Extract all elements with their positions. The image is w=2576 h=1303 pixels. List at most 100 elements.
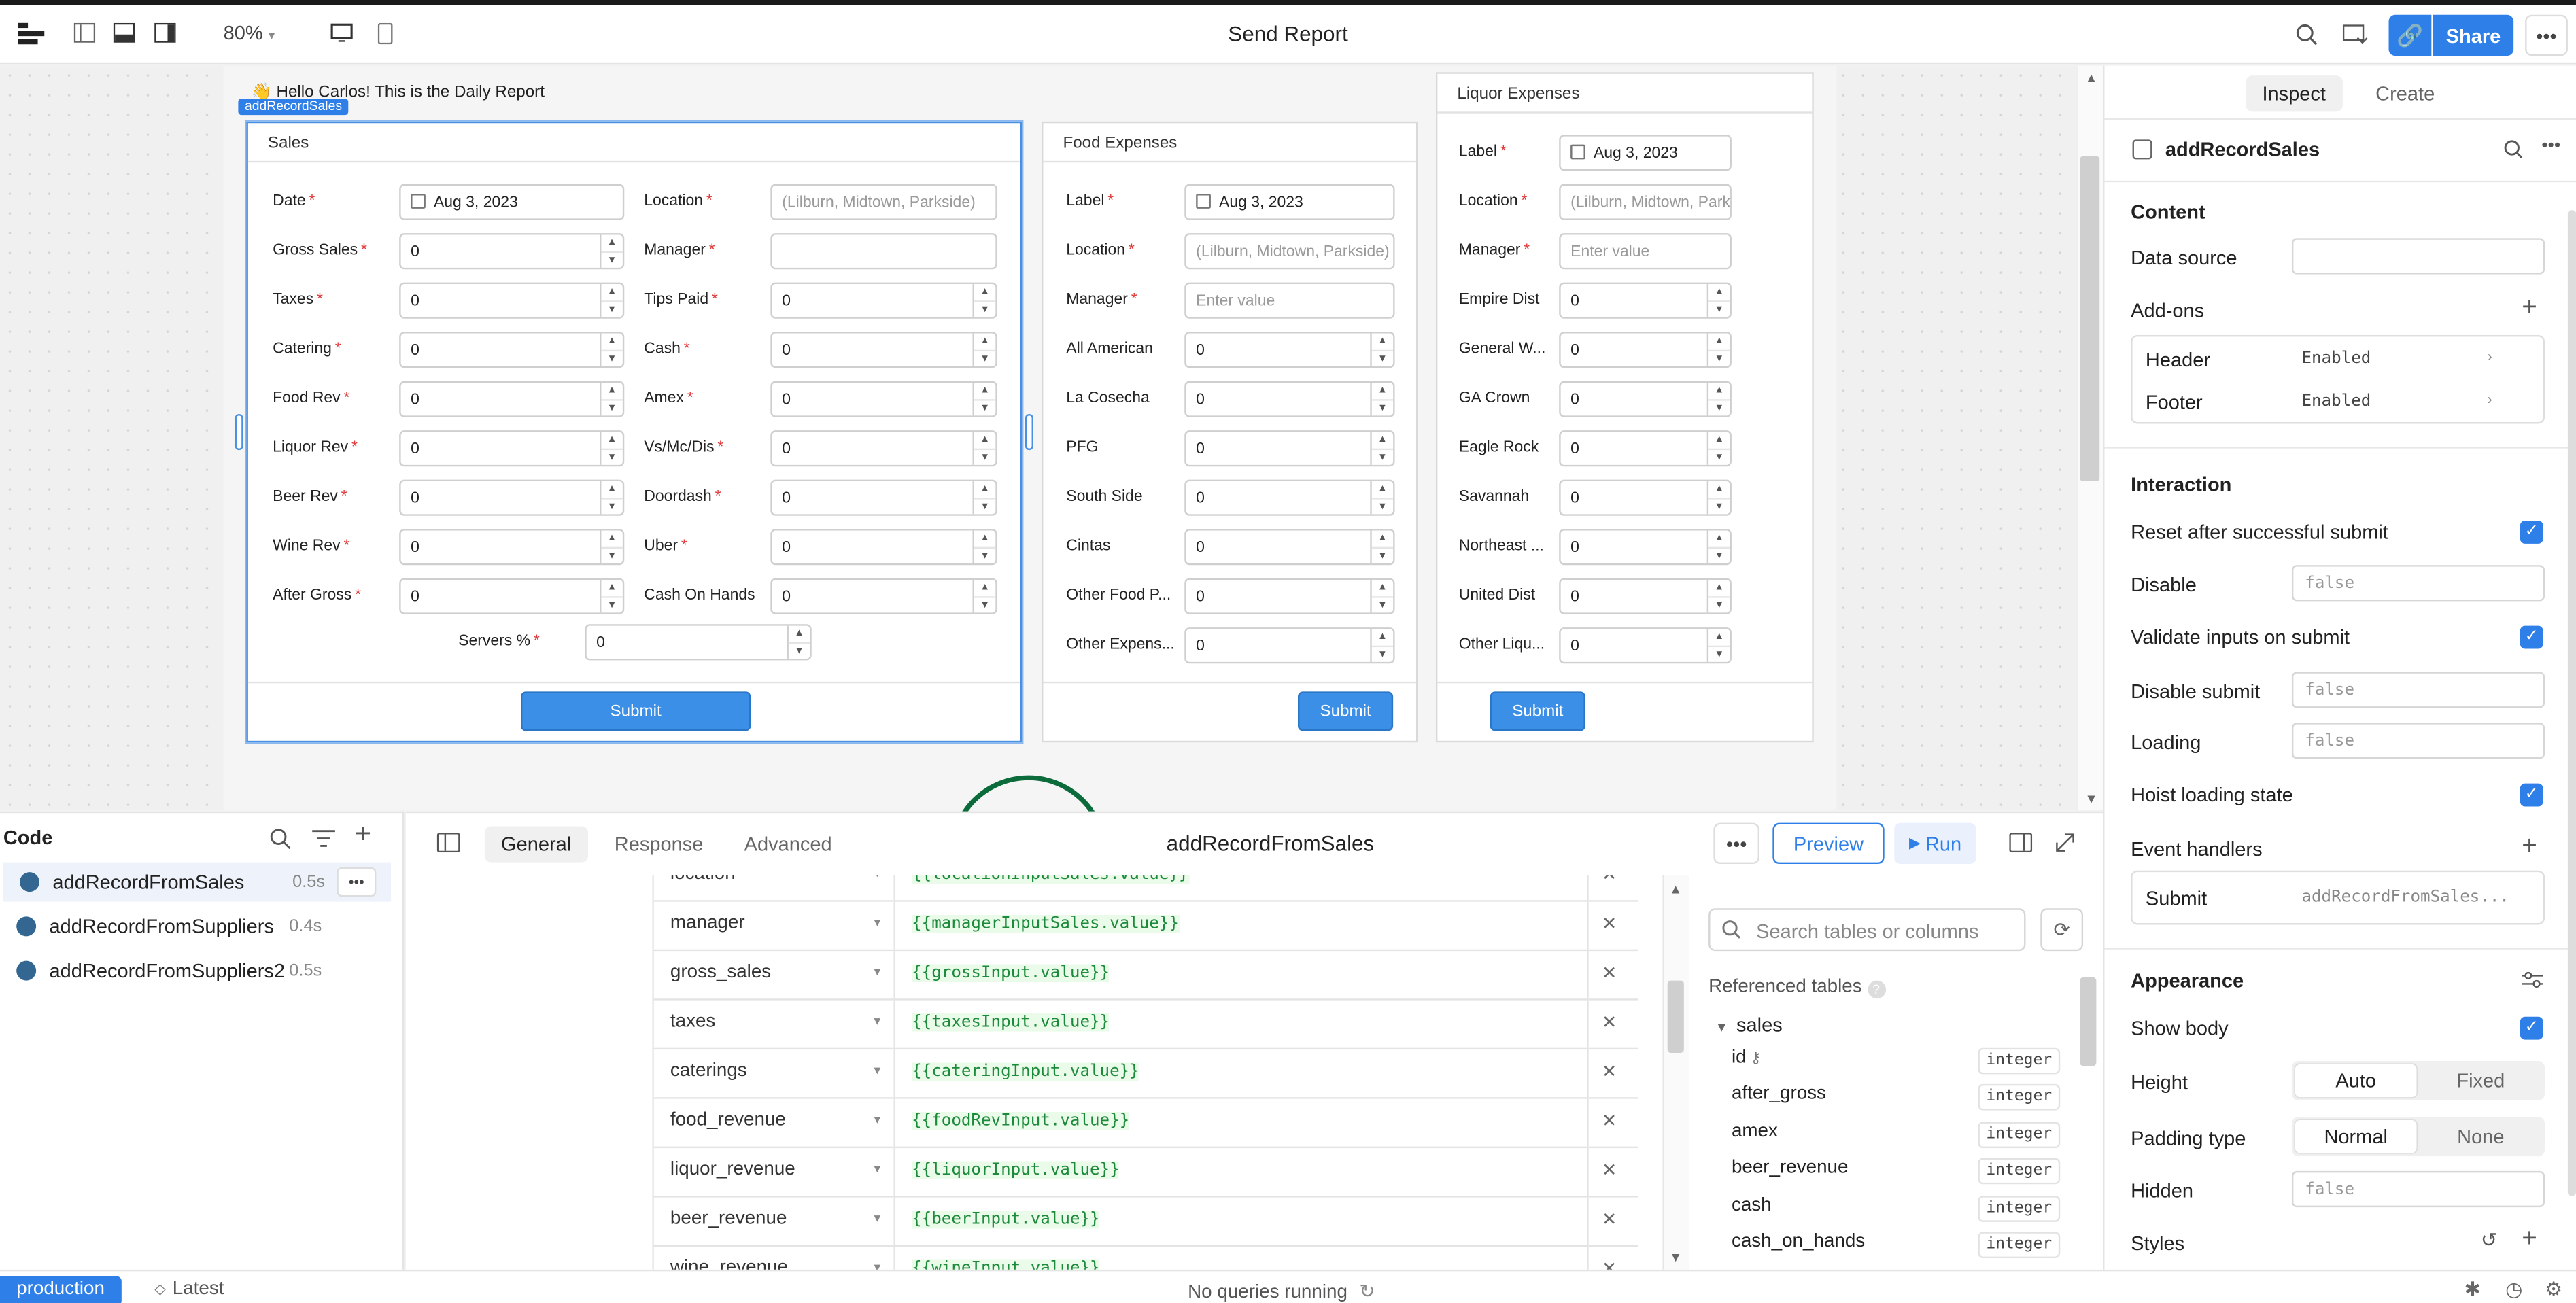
stepper-down-icon[interactable]: ▼	[601, 401, 622, 416]
hidden-input[interactable]: false	[2291, 1170, 2545, 1208]
stepper-up-icon[interactable]: ▲	[974, 383, 996, 401]
stepper-up-icon[interactable]: ▲	[1371, 383, 1394, 401]
number-input[interactable]: 0 ▲ ▼	[770, 332, 997, 368]
liquor-submit-button[interactable]: Submit	[1490, 691, 1585, 731]
stepper-up-icon[interactable]: ▲	[1708, 481, 1730, 500]
stepper-down-icon[interactable]: ▼	[601, 450, 622, 465]
number-input[interactable]: 0 ▲ ▼	[770, 430, 997, 467]
stepper-down-icon[interactable]: ▼	[1372, 647, 1393, 662]
number-input[interactable]: 0 ▲ ▼	[1184, 578, 1395, 614]
scroll-up-icon[interactable]: ▲	[2084, 71, 2097, 86]
stepper-up-icon[interactable]: ▲	[974, 580, 996, 598]
filter-icon[interactable]	[311, 826, 335, 849]
stepper-down-icon[interactable]: ▼	[601, 500, 622, 515]
number-stepper[interactable]: ▲ ▼	[1706, 580, 1730, 613]
column-select[interactable]: food_revenue ▾	[652, 1098, 895, 1147]
number-stepper[interactable]: ▲ ▼	[1706, 383, 1730, 416]
date-input[interactable]: Aug 3, 2023	[1184, 184, 1395, 220]
debug-icon[interactable]: ✱	[2465, 1278, 2481, 1301]
resize-handle-left[interactable]	[235, 413, 243, 451]
number-input[interactable]: 0 ▲ ▼	[1184, 381, 1395, 417]
height-fixed-option[interactable]: Fixed	[2420, 1064, 2541, 1097]
value-expression-input[interactable]: {{grossInput.value}}	[895, 951, 1589, 999]
padding-none-option[interactable]: None	[2420, 1120, 2541, 1153]
stepper-down-icon[interactable]: ▼	[601, 302, 622, 317]
text-input[interactable]: Enter value	[1559, 233, 1732, 270]
number-input[interactable]: 0 ▲ ▼	[399, 282, 625, 319]
share-button[interactable]: Share	[2433, 14, 2514, 56]
number-stepper[interactable]: ▲ ▼	[600, 383, 623, 416]
stepper-up-icon[interactable]: ▲	[601, 531, 623, 549]
number-stepper[interactable]: ▲ ▼	[1706, 530, 1730, 563]
addon-footer-row[interactable]: Footer Enabled ›	[2133, 379, 2543, 422]
sales-submit-button[interactable]: Submit	[521, 691, 751, 731]
canvas-scrollbar-thumb[interactable]	[2080, 156, 2100, 482]
stepper-down-icon[interactable]: ▼	[601, 253, 622, 268]
stepper-down-icon[interactable]: ▼	[1708, 549, 1730, 563]
text-input[interactable]: (Lilburn, Midtown, Parkside)	[1559, 184, 1732, 220]
stepper-down-icon[interactable]: ▼	[1708, 647, 1730, 662]
add-style-icon[interactable]: +	[2522, 1226, 2537, 1255]
settings-gear-icon[interactable]: ⚙	[2545, 1278, 2562, 1301]
reset-after-submit-checkbox[interactable]: ✓	[2520, 521, 2543, 544]
stepper-down-icon[interactable]: ▼	[1708, 351, 1730, 366]
schema-column-row[interactable]: amex integer	[1732, 1118, 2061, 1151]
scroll-up-icon[interactable]: ▲	[1669, 882, 1682, 897]
stepper-up-icon[interactable]: ▲	[601, 432, 623, 451]
number-stepper[interactable]: ▲ ▼	[1706, 629, 1730, 662]
stepper-down-icon[interactable]: ▼	[789, 644, 810, 659]
scroll-down-icon[interactable]: ▼	[1669, 1250, 1682, 1265]
expand-icon[interactable]	[2054, 831, 2077, 854]
left-panel-toggle-icon[interactable]	[71, 20, 97, 46]
stepper-up-icon[interactable]: ▲	[1708, 531, 1730, 549]
stepper-down-icon[interactable]: ▼	[974, 450, 995, 465]
stepper-up-icon[interactable]: ▲	[974, 334, 996, 352]
search-icon[interactable]	[2292, 20, 2321, 49]
query-item[interactable]: addRecordFromSales 0.5s •••	[3, 862, 392, 902]
number-input[interactable]: 0 ▲ ▼	[1184, 529, 1395, 566]
stepper-up-icon[interactable]: ▲	[1371, 481, 1394, 500]
remove-row-icon[interactable]: ✕	[1602, 1061, 1617, 1082]
mobile-view-icon[interactable]	[371, 20, 398, 46]
column-select[interactable]: gross_sales ▾	[652, 951, 895, 999]
column-select[interactable]: wine_revenue ▾	[652, 1247, 895, 1270]
stepper-up-icon[interactable]: ▲	[1708, 432, 1730, 451]
more-options-button[interactable]: •••	[2525, 14, 2568, 56]
number-input[interactable]: 0 ▲ ▼	[1184, 430, 1395, 467]
number-input[interactable]: 0 ▲ ▼	[399, 578, 625, 614]
number-stepper[interactable]: ▲ ▼	[1370, 530, 1394, 563]
sales-form[interactable]: Sales Date * Aug 3, 2023 Gross Sales * 0 ▲ ▼ Tax…	[245, 120, 1024, 744]
stepper-up-icon[interactable]: ▲	[601, 334, 623, 352]
stepper-down-icon[interactable]: ▼	[974, 302, 995, 317]
stepper-down-icon[interactable]: ▼	[1708, 500, 1730, 515]
tab-create[interactable]: Create	[2359, 75, 2451, 111]
number-stepper[interactable]: ▲ ▼	[1370, 481, 1394, 515]
padding-normal-option[interactable]: Normal	[2295, 1120, 2417, 1153]
value-expression-input[interactable]: {{managerInputSales.value}}	[895, 901, 1589, 950]
number-input[interactable]: 0 ▲ ▼	[399, 233, 625, 270]
stepper-down-icon[interactable]: ▼	[974, 401, 995, 416]
height-auto-option[interactable]: Auto	[2295, 1064, 2417, 1098]
history-icon[interactable]: ◷	[2505, 1278, 2522, 1301]
stepper-up-icon[interactable]: ▲	[601, 580, 623, 598]
remove-row-icon[interactable]: ✕	[1602, 962, 1617, 984]
number-input[interactable]: 0 ▲ ▼	[1184, 627, 1395, 664]
number-stepper[interactable]: ▲ ▼	[972, 383, 996, 416]
stepper-up-icon[interactable]: ▲	[1708, 580, 1730, 598]
stepper-down-icon[interactable]: ▼	[974, 500, 995, 515]
column-select[interactable]: liquor_revenue ▾	[652, 1148, 895, 1196]
number-input[interactable]: 0 ▲ ▼	[585, 624, 812, 661]
add-query-icon[interactable]: +	[355, 818, 371, 850]
number-stepper[interactable]: ▲ ▼	[600, 234, 623, 268]
schema-column-row[interactable]: cash integer	[1732, 1192, 2061, 1224]
inspector-search-icon[interactable]	[2502, 138, 2525, 161]
stepper-up-icon[interactable]: ▲	[974, 432, 996, 451]
stepper-down-icon[interactable]: ▼	[974, 598, 995, 613]
column-select[interactable]: manager ▾	[652, 901, 895, 950]
stepper-down-icon[interactable]: ▼	[1372, 450, 1393, 465]
value-expression-input[interactable]: {{beerInput.value}}	[895, 1197, 1589, 1245]
column-select[interactable]: taxes ▾	[652, 1000, 895, 1048]
stepper-up-icon[interactable]: ▲	[601, 481, 623, 500]
column-select[interactable]: beer_revenue ▾	[652, 1197, 895, 1245]
text-input[interactable]: (Lilburn, Midtown, Parkside)	[770, 184, 997, 220]
